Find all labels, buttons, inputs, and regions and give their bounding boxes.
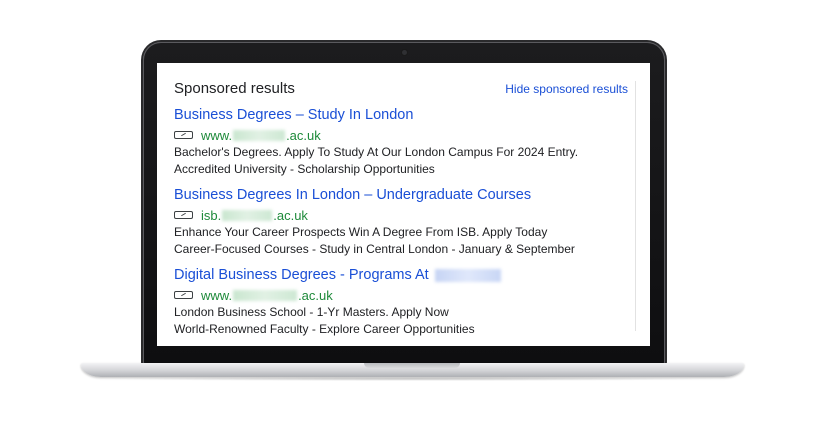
ad-url-prefix: isb. [201,207,222,223]
ad-description-line: Enhance Your Career Prospects Win A Degr… [174,225,548,239]
ad-url-suffix: .ac.uk [298,287,333,303]
ad-badge-icon [174,211,193,219]
scrollbar[interactable] [635,81,636,331]
ad-url-row: www. .ac.uk [174,286,644,304]
ad-description-line: London Business School - 1-Yr Masters. A… [174,305,449,319]
ad-description-line: Career-Focused Courses - Study in Centra… [174,242,575,256]
ad-result: Digital Business Degrees - Programs At w… [174,265,644,338]
redacted-domain [222,209,273,221]
ad-url-suffix: .ac.uk [273,207,308,223]
ad-result: Business Degrees – Study In London www. … [174,105,644,178]
ad-title-link[interactable]: Digital Business Degrees - Programs At [174,265,644,285]
sponsored-header: Sponsored results Hide sponsored results [174,80,628,100]
redacted-domain [233,129,286,141]
ad-url-row: www. .ac.uk [174,126,644,144]
laptop-notch [364,363,460,368]
ad-display-url[interactable]: www. .ac.uk [201,288,333,303]
laptop-screen: Sponsored results Hide sponsored results… [157,63,650,346]
ad-url-row: isb. .ac.uk [174,206,644,224]
hide-sponsored-link[interactable]: Hide sponsored results [505,82,628,96]
ad-title-text: Digital Business Degrees - Programs At [174,267,429,283]
ad-title-link[interactable]: Business Degrees – Study In London [174,105,644,125]
ad-description-line: Accredited University - Scholarship Oppo… [174,162,435,176]
ad-badge-icon [174,291,193,299]
redacted-school-name [434,268,501,282]
ad-url-suffix: .ac.uk [286,127,321,143]
ad-description-line: Bachelor's Degrees. Apply To Study At Ou… [174,145,579,159]
ad-display-url[interactable]: isb. .ac.uk [201,208,308,223]
redacted-domain [233,289,298,301]
ad-badge-icon [174,131,193,139]
ad-description-line: World-Renowned Faculty - Explore Career … [174,322,475,336]
laptop-shadow [96,377,730,381]
laptop-mockup: Sponsored results Hide sponsored results… [0,0,826,443]
sponsored-title: Sponsored results [174,80,295,97]
ad-url-prefix: www. [201,287,233,303]
webcam-icon [402,50,407,55]
ad-url-prefix: www. [201,127,233,143]
ad-title-link[interactable]: Business Degrees In London – Undergradua… [174,185,644,205]
ad-result: Business Degrees In London – Undergradua… [174,185,644,258]
ad-display-url[interactable]: www. .ac.uk [201,128,321,143]
